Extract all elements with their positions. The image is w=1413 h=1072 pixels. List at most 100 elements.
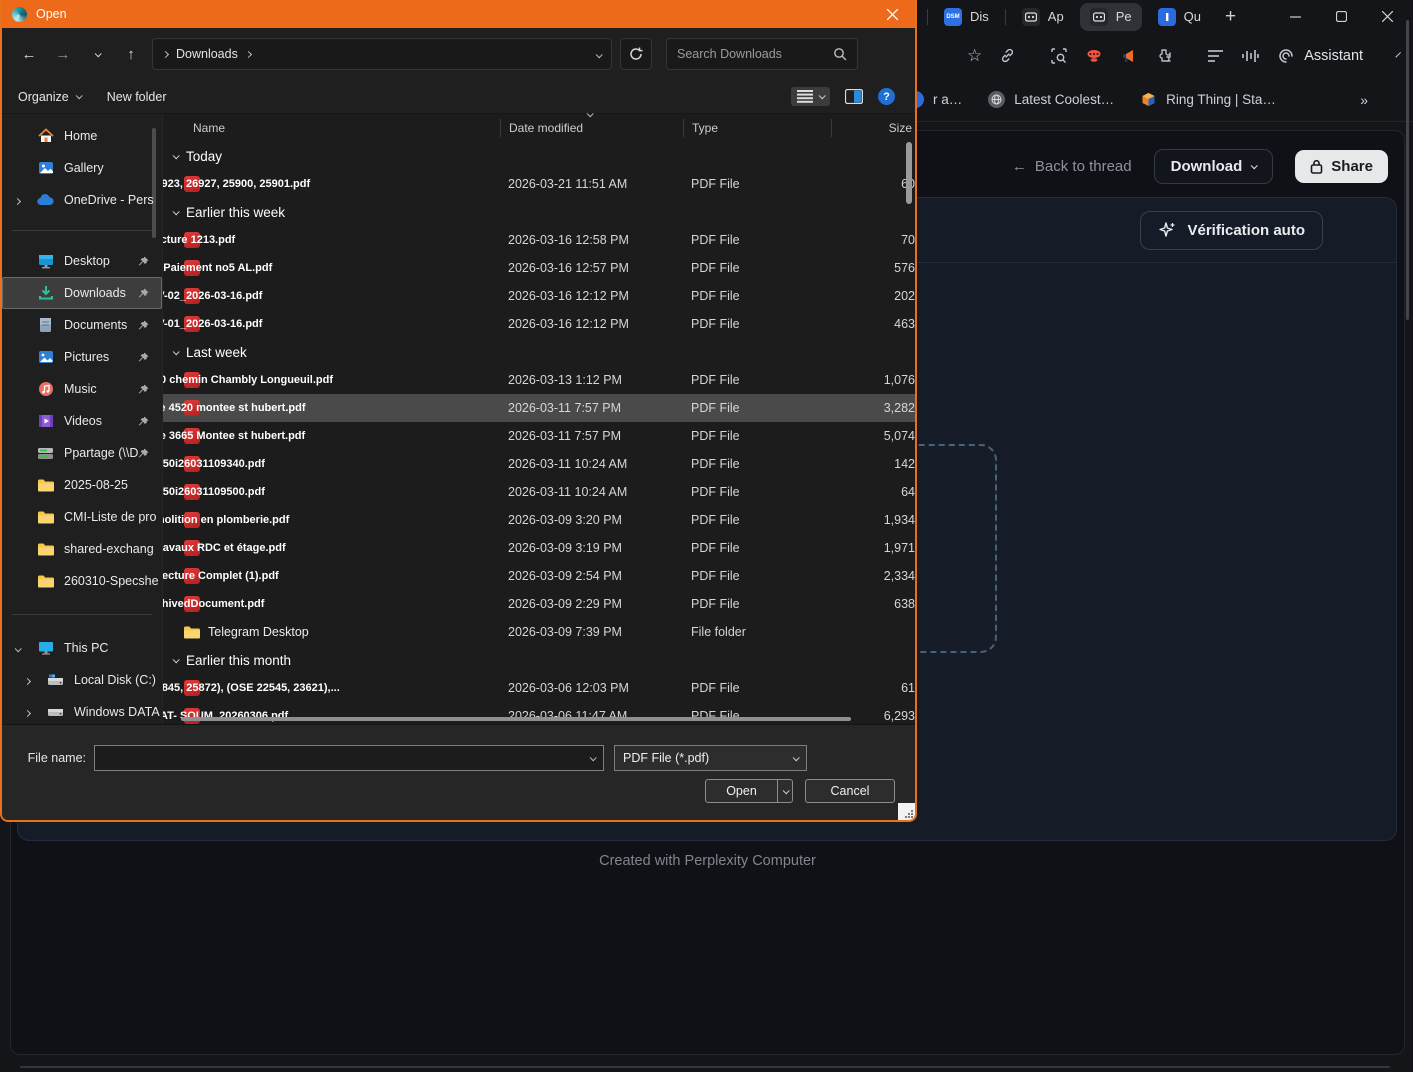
bookmark-r-a-[interactable]: r a… <box>917 91 962 108</box>
new-folder-button[interactable]: New folder <box>107 90 167 104</box>
sidebar-item-260310-specshe[interactable]: 260310-Specshe <box>2 565 162 597</box>
back-to-thread-link[interactable]: ← Back to thread <box>1012 158 1132 175</box>
new-tab-button[interactable]: + <box>1225 6 1236 28</box>
refresh-button[interactable] <box>620 38 652 70</box>
expand-chevron-icon[interactable] <box>15 193 20 207</box>
help-button[interactable]: ? <box>878 88 895 105</box>
expand-chevron-icon[interactable] <box>15 641 20 655</box>
sidebar-item-gallery[interactable]: Gallery <box>2 152 162 184</box>
close-window-button[interactable] <box>1381 11 1393 23</box>
sidebar-item-home[interactable]: Home <box>2 120 162 152</box>
sidebar-divider <box>12 614 152 615</box>
voice-wave-icon[interactable] <box>1241 46 1259 66</box>
column-size[interactable]: Size <box>831 119 915 137</box>
preview-pane-button[interactable] <box>845 89 863 104</box>
column-name[interactable]: Name <box>163 119 500 137</box>
sidebar-item-windows-data[interactable]: Windows DATA <box>2 696 162 724</box>
reader-list-icon[interactable] <box>1207 46 1224 66</box>
file-row[interactable]: Facture 1213.pdf2026-03-16 12:58 PMPDF F… <box>163 226 915 254</box>
sidebar-item-ppartage-d[interactable]: Ppartage (\\D <box>2 437 162 469</box>
address-bar[interactable]: Downloads <box>152 38 612 70</box>
bookmark-ring-thing-sta-[interactable]: Ring Thing | Sta… <box>1140 91 1276 108</box>
capture-search-icon[interactable] <box>1050 46 1068 66</box>
cancel-label: Cancel <box>831 784 870 798</box>
megaphone-icon[interactable] <box>1120 46 1138 66</box>
file-row[interactable]: Telegram Desktop2026-03-09 7:39 PMFile f… <box>163 618 915 646</box>
minimize-button[interactable] <box>1289 11 1301 23</box>
address-dropdown-icon[interactable] <box>596 47 601 61</box>
open-button[interactable]: Open <box>705 779 793 803</box>
file-row[interactable]: ViewArchivedDocument.pdf2026-03-09 2:29 … <box>163 590 915 618</box>
file-row[interactable]: plan preliminaire 4520 montee st hubert.… <box>163 394 915 422</box>
expand-chevron-icon[interactable] <box>25 673 30 687</box>
group-header-today[interactable]: Today <box>163 142 915 170</box>
file-list-horizontal-scrollbar[interactable] <box>181 717 851 721</box>
file-row[interactable]: plan preliminaire 3665 Montee st hubert.… <box>163 422 915 450</box>
file-row[interactable]: Facture projet (APH 25845, 25872), (OSE … <box>163 674 915 702</box>
extensions-puzzle-icon[interactable] <box>1155 46 1173 66</box>
file-row[interactable]: 22572_V-02_2026-03-16.pdf2026-03-16 12:1… <box>163 282 915 310</box>
nav-forward-button[interactable]: → <box>50 41 76 67</box>
group-header-earlier-this-week[interactable]: Earlier this week <box>163 198 915 226</box>
browser-tab-ap[interactable]: Ap <box>1012 3 1074 31</box>
open-split-arrow[interactable] <box>777 780 792 802</box>
bookmark-latest-coolest-[interactable]: Latest Coolest… <box>988 91 1114 108</box>
sidebar-item-2025-08-25[interactable]: 2025-08-25 <box>2 469 162 501</box>
browser-tab-qu[interactable]: Qu <box>1148 3 1211 31</box>
cancel-button[interactable]: Cancel <box>805 779 895 803</box>
file-row[interactable]: SKM_C250i26031109340.pdf2026-03-11 10:24… <box>163 450 915 478</box>
sidebar-item-downloads[interactable]: Downloads <box>2 277 162 309</box>
search-input[interactable]: Search Downloads <box>666 38 858 70</box>
auto-verification-button[interactable]: Vérification auto <box>1140 211 1323 250</box>
maximize-button[interactable] <box>1335 11 1347 23</box>
bookmark-star-icon[interactable]: ☆ <box>967 46 982 66</box>
organize-menu[interactable]: Organize <box>18 90 81 104</box>
file-name-input[interactable] <box>103 750 584 766</box>
browser-tab-pe[interactable]: Pe <box>1080 3 1142 31</box>
copy-link-icon[interactable] <box>999 46 1016 66</box>
nav-back-button[interactable]: ← <box>16 41 42 67</box>
download-button[interactable]: Download <box>1154 149 1274 184</box>
sidebar-item-shared-exchang[interactable]: shared-exchang <box>2 533 162 565</box>
nav-up-button[interactable]: ↑ <box>118 41 144 67</box>
sidebar-item-cmi-liste-de-pro[interactable]: CMI-Liste de pro <box>2 501 162 533</box>
file-row[interactable]: Demande Paiement no5 AL.pdf2026-03-16 12… <box>163 254 915 282</box>
group-header-earlier-this-month[interactable]: Earlier this month <box>163 646 915 674</box>
nav-recent-chevron-button[interactable] <box>84 41 110 67</box>
file-row[interactable]: Phases de travaux RDC et étage.pdf2026-0… <box>163 534 915 562</box>
sidebar-item-desktop[interactable]: Desktop <box>2 245 162 277</box>
column-date-modified[interactable]: Date modified <box>500 119 683 137</box>
file-row[interactable]: Devis de démolition en plomberie.pdf2026… <box>163 506 915 534</box>
sidebar-item-onedrive-pers[interactable]: OneDrive - Pers <box>2 184 162 216</box>
file-row[interactable]: Plan Architecture Complet (1).pdf2026-03… <box>163 562 915 590</box>
list-view-button[interactable] <box>791 87 830 106</box>
file-type-select[interactable]: PDF File (*.pdf) <box>614 745 807 771</box>
sidebar-item-this-pc[interactable]: This PC <box>2 632 162 664</box>
extension-mask-icon[interactable] <box>1085 46 1103 66</box>
dialog-close-button[interactable] <box>879 9 905 20</box>
file-row[interactable]: Facture projet 26923, 26927, 25900, 2590… <box>163 170 915 198</box>
file-list-vertical-scrollbar[interactable] <box>906 142 912 204</box>
share-button[interactable]: Share <box>1295 150 1388 183</box>
breadcrumb-location[interactable]: Downloads <box>176 47 238 61</box>
file-row[interactable]: SKM_C250i26031109500.pdf2026-03-11 10:24… <box>163 478 915 506</box>
toolbar-chevron-down-icon[interactable] <box>1395 52 1401 58</box>
dialog-titlebar[interactable]: Open <box>2 0 915 28</box>
sidebar-item-videos[interactable]: Videos <box>2 405 162 437</box>
column-type[interactable]: Type <box>683 119 831 137</box>
sidebar-item-music[interactable]: Music <box>2 373 162 405</box>
assistant-button[interactable]: Assistant <box>1276 46 1363 66</box>
file-row[interactable]: 26-0219-QC 3130-3140 chemin Chambly Long… <box>163 366 915 394</box>
sidebar-item-documents[interactable]: Documents <box>2 309 162 341</box>
resize-grip[interactable] <box>898 803 915 820</box>
pin-icon <box>138 288 149 299</box>
page-scrollbar[interactable] <box>1406 20 1409 320</box>
browser-tab-dis[interactable]: DSMDis <box>934 3 999 31</box>
file-row[interactable]: 22572_V-01_2026-03-16.pdf2026-03-16 12:1… <box>163 310 915 338</box>
expand-chevron-icon[interactable] <box>25 705 30 719</box>
sidebar-item-label: Local Disk (C:) <box>74 673 161 687</box>
group-header-last-week[interactable]: Last week <box>163 338 915 366</box>
file-name-combobox[interactable] <box>94 745 604 771</box>
sidebar-item-local-disk-c-[interactable]: Local Disk (C:) <box>2 664 162 696</box>
sidebar-item-pictures[interactable]: Pictures <box>2 341 162 373</box>
